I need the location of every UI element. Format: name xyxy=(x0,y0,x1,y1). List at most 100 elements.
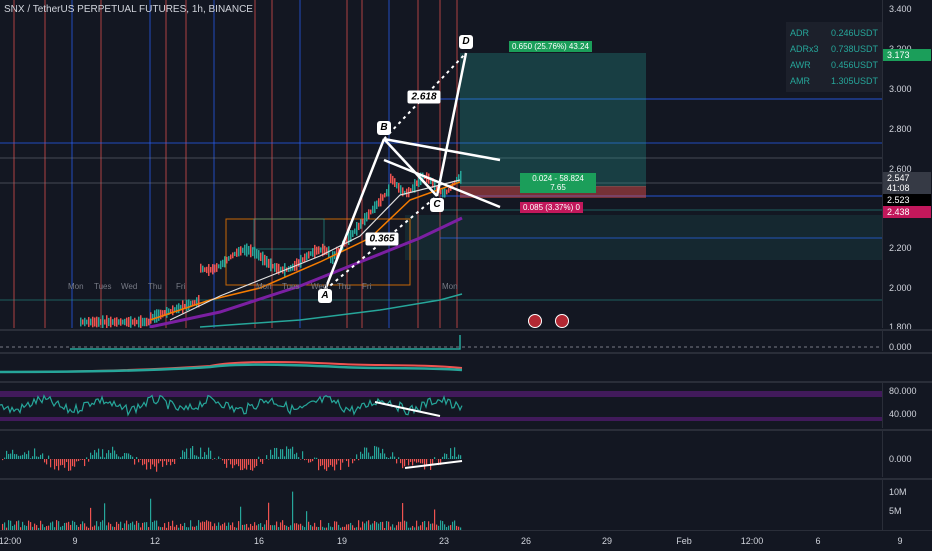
candle xyxy=(246,243,248,256)
histogram-bar xyxy=(194,455,195,459)
candle xyxy=(134,318,136,327)
candle xyxy=(302,257,304,262)
volume-bar xyxy=(416,521,417,530)
candle xyxy=(312,248,314,257)
histogram-bar xyxy=(2,459,3,460)
main-chart-pane[interactable]: SNX / TetherUS PERPETUAL FUTURES, 1h, BI… xyxy=(0,0,882,328)
stop-label: 0.085 (3.37%) 0 xyxy=(520,202,583,213)
histogram-bar xyxy=(270,450,271,459)
candle xyxy=(282,266,284,273)
indicator-pane-3[interactable] xyxy=(0,431,882,477)
histogram-bar xyxy=(244,459,245,468)
histogram-bar xyxy=(100,457,101,459)
histogram-bar xyxy=(78,459,79,461)
candle xyxy=(276,263,278,274)
profit-zone xyxy=(460,53,646,187)
pattern-point-a[interactable]: A xyxy=(318,289,332,303)
candle xyxy=(398,183,400,193)
histogram-bar xyxy=(316,458,317,459)
histogram-bar xyxy=(138,459,139,462)
histogram-bar xyxy=(172,459,173,462)
volume-bar xyxy=(74,522,75,530)
indicator-pane-1[interactable] xyxy=(0,331,882,351)
volume-bar xyxy=(382,522,383,530)
histogram-bar xyxy=(282,449,283,459)
pattern-point-c[interactable]: C xyxy=(430,198,444,212)
histogram-bar xyxy=(214,458,215,459)
histogram-bar xyxy=(94,450,95,459)
histogram-bar xyxy=(34,448,35,459)
histogram-bar xyxy=(38,457,39,459)
event-flag-icon[interactable] xyxy=(528,314,542,328)
histogram-bar xyxy=(278,457,279,459)
candle xyxy=(234,252,236,256)
histogram-bar xyxy=(76,459,77,461)
day-label: Wed xyxy=(121,282,137,291)
histogram-bar xyxy=(36,456,37,459)
candle xyxy=(92,317,94,328)
price-axis[interactable]: 3.400 3.200 3.000 2.800 2.600 2.200 2.00… xyxy=(882,0,932,328)
histogram-bar xyxy=(60,459,61,465)
volume-bar xyxy=(282,520,283,530)
histogram-bar xyxy=(422,459,423,463)
histogram-bar xyxy=(74,459,75,467)
stat-value: 1.305USDT xyxy=(831,73,878,89)
price-chart[interactable] xyxy=(0,0,882,328)
histogram-bar xyxy=(86,457,87,459)
pattern-point-d[interactable]: D xyxy=(459,35,473,49)
histogram-bar xyxy=(402,459,403,468)
pane2-axis[interactable]: 80.000 40.000 xyxy=(882,383,932,428)
histogram-bar xyxy=(228,459,229,460)
candle xyxy=(380,194,382,207)
event-flag-icon[interactable] xyxy=(555,314,569,328)
histogram-bar xyxy=(354,459,355,461)
candle xyxy=(326,247,328,254)
histogram-bar xyxy=(64,459,65,468)
stat-row: AWR0.456USDT xyxy=(790,57,878,73)
histogram-bar xyxy=(174,459,175,464)
volume-bar xyxy=(132,522,133,530)
time-tick: 26 xyxy=(521,536,531,546)
candle xyxy=(110,317,112,328)
indicator-pane-1b[interactable] xyxy=(0,354,882,380)
time-tick: 16 xyxy=(254,536,264,546)
histogram-bar xyxy=(384,454,385,459)
volume-bar xyxy=(372,523,373,530)
pane3-axis[interactable]: 0.000 xyxy=(882,431,932,477)
candle xyxy=(268,259,270,268)
pane1-axis[interactable]: 0.000 xyxy=(882,331,932,351)
candle xyxy=(310,251,312,256)
candle xyxy=(262,252,264,266)
volume-bar xyxy=(336,522,337,530)
histogram-bar xyxy=(96,453,97,459)
volume-bar xyxy=(434,510,435,530)
volume-bar xyxy=(100,522,101,530)
histogram-bar xyxy=(368,453,369,459)
stat-row: ADRx30.738USDT xyxy=(790,41,878,57)
histogram-bar xyxy=(348,459,349,467)
volume-bar xyxy=(138,523,139,530)
volume-bar xyxy=(294,523,295,530)
time-axis[interactable] xyxy=(0,530,932,551)
indicator-pane-2[interactable] xyxy=(0,383,882,428)
pattern-point-b[interactable]: B xyxy=(377,121,391,135)
candle xyxy=(104,319,106,324)
histogram-bar xyxy=(180,457,181,459)
candle xyxy=(390,174,392,183)
histogram-bar xyxy=(168,459,169,462)
volume-pane[interactable] xyxy=(0,480,882,530)
candle xyxy=(142,318,144,326)
histogram-bar xyxy=(358,459,359,460)
histogram-bar xyxy=(126,453,127,459)
volume-axis[interactable]: 10M 5M xyxy=(882,480,932,530)
histogram-bar xyxy=(140,459,141,460)
histogram-bar xyxy=(118,456,119,459)
histogram-bar xyxy=(66,459,67,462)
stat-key: ADRx3 xyxy=(790,41,819,57)
candle xyxy=(392,176,394,185)
candle xyxy=(316,247,318,255)
day-label: Thu xyxy=(337,282,351,291)
volume-bar xyxy=(240,507,241,530)
histogram-bar xyxy=(444,453,445,459)
candle xyxy=(86,320,88,325)
